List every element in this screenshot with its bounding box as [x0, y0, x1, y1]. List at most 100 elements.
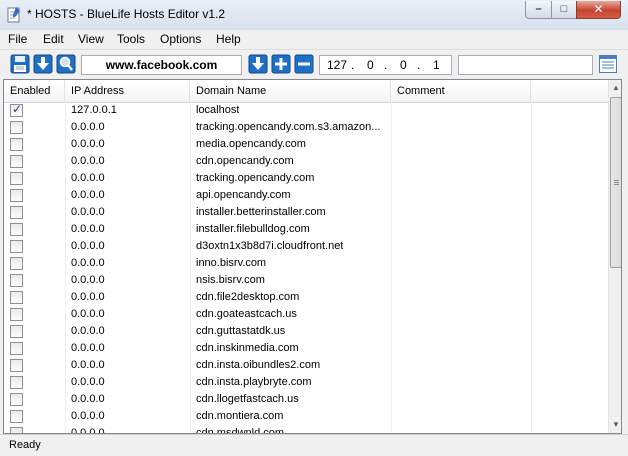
- enabled-checkbox[interactable]: [10, 359, 23, 372]
- enabled-checkbox[interactable]: [10, 155, 23, 168]
- enabled-checkbox[interactable]: [10, 308, 23, 321]
- scrollbar-thumb[interactable]: [610, 97, 621, 268]
- column-header-enabled[interactable]: Enabled: [4, 80, 65, 102]
- plus-icon: [271, 54, 291, 74]
- table-row[interactable]: 0.0.0.0 cdn.insta.playbryte.com: [4, 374, 608, 391]
- table-row[interactable]: 0.0.0.0 cdn.llogetfastcach.us: [4, 391, 608, 408]
- minimize-button[interactable]: –: [525, 1, 552, 19]
- table-row[interactable]: 0.0.0.0 cdn.opencandy.com: [4, 153, 608, 170]
- table-row[interactable]: 0.0.0.0 media.opencandy.com: [4, 136, 608, 153]
- close-button[interactable]: ✕: [576, 1, 621, 19]
- title-bar: * HOSTS - BlueLife Hosts Editor v1.2 – □…: [0, 0, 628, 31]
- remove-button[interactable]: [294, 54, 314, 74]
- enabled-checkbox[interactable]: [10, 138, 23, 151]
- domain-name-cell: localhost: [196, 104, 240, 116]
- menu-help[interactable]: Help: [216, 32, 241, 46]
- grip-line: [614, 180, 619, 181]
- enabled-checkbox[interactable]: [10, 172, 23, 185]
- comment-input[interactable]: [458, 55, 593, 75]
- vertical-scrollbar[interactable]: ▲ ▼: [608, 80, 621, 433]
- column-header-domain-name[interactable]: Domain Name: [190, 80, 391, 102]
- ip-dot: .: [384, 58, 388, 72]
- ip-address-cell: 0.0.0.0: [71, 308, 105, 320]
- ip-octet-2[interactable]: 0: [367, 57, 374, 73]
- ip-address-cell: 0.0.0.0: [71, 240, 105, 252]
- scroll-up-arrow-icon[interactable]: ▲: [609, 80, 621, 96]
- move-down-button[interactable]: [248, 54, 268, 74]
- enabled-checkbox[interactable]: [10, 257, 23, 270]
- ip-address-cell: 0.0.0.0: [71, 274, 105, 286]
- table-row[interactable]: 0.0.0.0 cdn.inskinmedia.com: [4, 340, 608, 357]
- enabled-checkbox[interactable]: [10, 274, 23, 287]
- scroll-down-arrow-icon[interactable]: ▼: [609, 417, 621, 433]
- table-row[interactable]: 0.0.0.0 cdn.montiera.com: [4, 408, 608, 425]
- ip-dot: .: [351, 58, 355, 72]
- table-row[interactable]: 0.0.0.0 api.opencandy.com: [4, 187, 608, 204]
- enabled-checkbox[interactable]: [10, 427, 23, 433]
- table-row[interactable]: 0.0.0.0 cdn.file2desktop.com: [4, 289, 608, 306]
- enabled-checkbox[interactable]: [10, 342, 23, 355]
- ip-address-cell: 0.0.0.0: [71, 393, 105, 405]
- app-window: * HOSTS - BlueLife Hosts Editor v1.2 – □…: [0, 0, 628, 456]
- ip-octet-1[interactable]: 127: [327, 57, 347, 73]
- ip-address-cell: 0.0.0.0: [71, 189, 105, 201]
- menu-tools[interactable]: Tools: [117, 32, 145, 46]
- table-row[interactable]: 0.0.0.0 installer.filebulldog.com: [4, 221, 608, 238]
- enabled-checkbox[interactable]: [10, 376, 23, 389]
- ip-address-cell: 0.0.0.0: [71, 172, 105, 184]
- enabled-checkbox[interactable]: [10, 223, 23, 236]
- table-row[interactable]: 0.0.0.0 tracking.opencandy.com: [4, 170, 608, 187]
- find-button[interactable]: [56, 54, 76, 74]
- notepad-app-icon: [7, 7, 20, 23]
- domain-input-value: www.facebook.com: [105, 58, 218, 72]
- domain-name-cell: cdn.file2desktop.com: [196, 291, 300, 303]
- table-row[interactable]: 127.0.0.1 localhost: [4, 102, 608, 119]
- enabled-checkbox[interactable]: [10, 325, 23, 338]
- add-button[interactable]: [271, 54, 291, 74]
- menu-file[interactable]: File: [8, 32, 27, 46]
- table-row[interactable]: 0.0.0.0 inno.bisrv.com: [4, 255, 608, 272]
- table-row[interactable]: 0.0.0.0 nsis.bisrv.com: [4, 272, 608, 289]
- enabled-checkbox[interactable]: [10, 102, 23, 117]
- table-row[interactable]: 0.0.0.0 d3oxtn1x3b8d7i.cloudfront.net: [4, 238, 608, 255]
- text-view-button[interactable]: [598, 54, 618, 74]
- menu-edit[interactable]: Edit: [43, 32, 64, 46]
- ip-address-input[interactable]: 127 . 0 . 0 . 1: [319, 55, 452, 75]
- column-header-comment[interactable]: Comment: [391, 80, 531, 102]
- table-row[interactable]: 0.0.0.0 cdn.guttastatdk.us: [4, 323, 608, 340]
- enabled-checkbox[interactable]: [10, 189, 23, 202]
- table-row[interactable]: 0.0.0.0 tracking.opencandy.com.s3.amazon.…: [4, 119, 608, 136]
- maximize-button[interactable]: □: [551, 1, 577, 19]
- enabled-checkbox[interactable]: [10, 121, 23, 134]
- enabled-checkbox[interactable]: [10, 410, 23, 423]
- ip-octet-4[interactable]: 1: [433, 57, 440, 73]
- ip-address-cell: 0.0.0.0: [71, 427, 105, 434]
- column-header-ip-address[interactable]: IP Address: [65, 80, 190, 102]
- import-button[interactable]: [33, 54, 53, 74]
- ip-address-cell: 0.0.0.0: [71, 359, 105, 371]
- domain-input[interactable]: www.facebook.com: [81, 55, 242, 75]
- hosts-list[interactable]: Enabled IP Address Domain Name Comment 1…: [3, 79, 622, 434]
- table-row[interactable]: 0.0.0.0 cdn.goateastcach.us: [4, 306, 608, 323]
- enabled-checkbox[interactable]: [10, 240, 23, 253]
- ip-address-cell: 0.0.0.0: [71, 155, 105, 167]
- enabled-checkbox[interactable]: [10, 393, 23, 406]
- domain-name-cell: cdn.opencandy.com: [196, 155, 294, 167]
- ip-address-cell: 0.0.0.0: [71, 223, 105, 235]
- menu-options[interactable]: Options: [160, 32, 201, 46]
- grip-line: [614, 182, 619, 183]
- table-row[interactable]: 0.0.0.0 installer.betterinstaller.com: [4, 204, 608, 221]
- domain-name-cell: tracking.opencandy.com.s3.amazon...: [196, 121, 381, 133]
- save-button[interactable]: [10, 54, 30, 74]
- grip-line: [614, 184, 619, 185]
- enabled-checkbox[interactable]: [10, 291, 23, 304]
- enabled-checkbox[interactable]: [10, 206, 23, 219]
- domain-name-cell: tracking.opencandy.com: [196, 172, 315, 184]
- toolbar: www.facebook.com 127 . 0 . 0 . 1: [0, 49, 628, 80]
- minus-icon: [294, 54, 314, 74]
- ip-address-cell: 0.0.0.0: [71, 342, 105, 354]
- table-row[interactable]: 0.0.0.0 cdn.insta.oibundles2.com: [4, 357, 608, 374]
- menu-view[interactable]: View: [78, 32, 104, 46]
- ip-octet-3[interactable]: 0: [400, 57, 407, 73]
- table-row[interactable]: 0.0.0.0 cdn.msdwnld.com: [4, 425, 608, 434]
